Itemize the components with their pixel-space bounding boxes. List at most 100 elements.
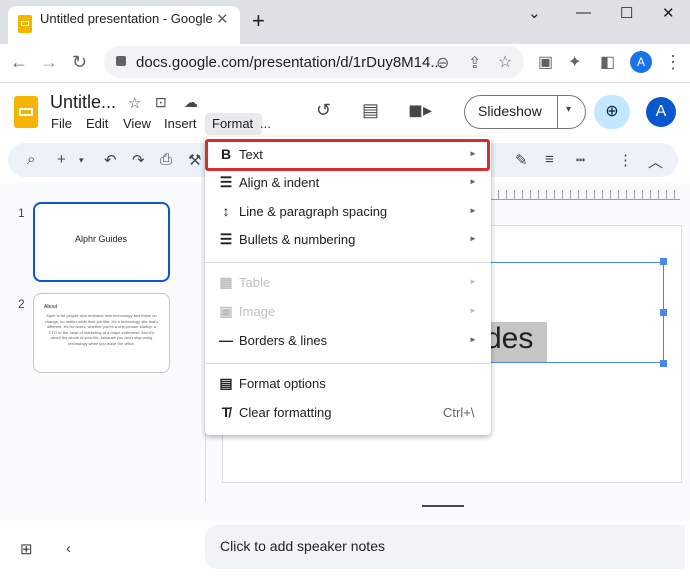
annotation-highlight-box	[205, 139, 490, 171]
more-options-icon[interactable]: ⋮	[664, 52, 682, 73]
menu-item-align-indent[interactable]: ☰ Align & indent ►	[205, 169, 491, 197]
submenu-arrow-icon: ►	[469, 177, 477, 186]
submenu-arrow-icon: ►	[469, 335, 477, 344]
search-menus-icon[interactable]: ⌕	[27, 151, 35, 168]
ruler	[490, 190, 680, 200]
menu-item-label: Align & indent	[239, 175, 320, 190]
collapse-toolbar-icon[interactable]: ︿	[648, 151, 663, 172]
profile-avatar[interactable]: A	[630, 51, 652, 73]
shortcut-text: Ctrl+\	[443, 405, 475, 420]
paint-format-icon[interactable]: ⚒	[188, 151, 201, 169]
slide2-thumb-title: About	[44, 304, 58, 310]
menu-format[interactable]: Format	[212, 116, 253, 131]
cloud-status-icon[interactable]: ☁	[184, 94, 198, 111]
sidepanel-icon[interactable]: ◧	[600, 52, 615, 72]
zoom-icon[interactable]: ⊖	[436, 53, 449, 73]
selection-handle[interactable]	[660, 309, 667, 316]
menu-more[interactable]: ...	[260, 116, 271, 131]
new-tab-button[interactable]: +	[252, 8, 265, 34]
menu-item-label: Clear formatting	[239, 405, 332, 420]
reload-icon[interactable]: ↻	[72, 52, 87, 73]
menu-item-image: ▣ Image ►	[205, 298, 491, 326]
slide1-thumb-text: Alphr Guides	[75, 234, 128, 244]
bookmark-star-icon[interactable]: ☆	[498, 52, 512, 72]
collapse-filmstrip-icon[interactable]: ‹	[66, 540, 71, 557]
format-dropdown-menu: B Text ► ☰ Align & indent ► ↕ Line & par…	[205, 137, 491, 435]
star-icon[interactable]: ☆	[128, 94, 141, 112]
menu-divider	[205, 262, 491, 263]
speaker-notes-placeholder: Click to add speaker notes	[220, 538, 385, 554]
menu-item-label: Bullets & numbering	[239, 232, 356, 247]
tab-search-icon[interactable]: ⌄	[528, 4, 541, 22]
selection-handle[interactable]	[660, 258, 667, 265]
bullets-icon: ☰	[219, 231, 233, 247]
document-title[interactable]: Untitle...	[50, 92, 116, 113]
grid-view-icon[interactable]: ⊞	[20, 540, 33, 558]
table-icon: ▦	[219, 274, 233, 290]
slides-favicon-icon	[18, 15, 32, 33]
back-icon[interactable]: ←	[10, 52, 28, 73]
new-slide-dropdown-icon[interactable]: ▾	[79, 155, 84, 166]
history-icon[interactable]: ↺	[316, 100, 331, 121]
extensions-icon[interactable]: ✦	[568, 52, 581, 72]
account-avatar[interactable]: A	[646, 97, 676, 127]
menu-divider	[205, 363, 491, 364]
submenu-arrow-icon: ►	[469, 277, 477, 286]
menu-item-bullets[interactable]: ☰ Bullets & numbering ►	[205, 226, 491, 254]
border-dash-icon[interactable]: ┅	[576, 151, 585, 169]
maximize-icon[interactable]: ☐	[620, 4, 633, 22]
menu-item-label: Borders & lines	[239, 333, 328, 348]
redo-icon[interactable]: ↷	[132, 151, 145, 169]
slide2-thumb-body: Alphr is for people who embrace new tech…	[44, 313, 159, 346]
clear-format-icon: T̸	[221, 404, 231, 420]
forward-icon[interactable]: →	[40, 52, 58, 73]
slide1-number: 1	[18, 206, 25, 220]
comments-icon[interactable]: ▤	[362, 100, 379, 121]
slideshow-divider	[557, 96, 558, 128]
tab-title: Untitled presentation - Google Sl	[40, 11, 212, 26]
notes-resize-handle[interactable]	[422, 505, 464, 507]
tab-close-icon[interactable]: ✕	[216, 10, 229, 28]
lock-icon[interactable]	[116, 56, 126, 66]
screenshot-icon[interactable]: ▣	[538, 52, 553, 72]
menu-edit[interactable]: Edit	[86, 116, 108, 131]
image-icon: ▣	[219, 303, 233, 319]
meet-icon[interactable]: ◼▸	[408, 100, 432, 121]
format-options-icon: ▤	[219, 375, 233, 391]
menu-item-table: ▦ Table ►	[205, 269, 491, 297]
menu-file[interactable]: File	[51, 116, 72, 131]
menu-view[interactable]: View	[123, 116, 151, 131]
url-text[interactable]: docs.google.com/presentation/d/1rDuy8M14…	[136, 54, 443, 71]
menu-item-label: Line & paragraph spacing	[239, 204, 388, 219]
more-toolbar-icon[interactable]: ⋮	[618, 151, 633, 169]
border-weight-icon[interactable]: ≡	[545, 151, 554, 168]
slide-title-text[interactable]: des	[485, 322, 533, 356]
menu-item-label: Image	[239, 304, 276, 319]
print-icon[interactable]: ⎙	[160, 151, 172, 168]
line-spacing-icon: ↕	[222, 203, 230, 219]
window-close-icon[interactable]: ✕	[662, 4, 675, 22]
slideshow-dropdown-icon[interactable]: ▾	[566, 104, 571, 115]
menu-item-label: Table	[239, 275, 271, 290]
borders-icon: —	[219, 332, 233, 348]
move-folder-icon[interactable]: ⊡	[155, 94, 167, 111]
slideshow-label: Slideshow	[478, 103, 542, 119]
menu-item-format-options[interactable]: ▤ Format options	[205, 370, 491, 398]
submenu-arrow-icon: ►	[469, 206, 477, 215]
submenu-arrow-icon: ►	[469, 306, 477, 315]
menu-insert[interactable]: Insert	[164, 116, 197, 131]
undo-icon[interactable]: ↶	[104, 151, 117, 169]
menu-item-clear-formatting[interactable]: T̸ Clear formatting Ctrl+\	[205, 399, 491, 427]
submenu-arrow-icon: ►	[469, 234, 477, 243]
new-slide-icon[interactable]: +	[57, 151, 66, 168]
share-icon[interactable]: ⇪	[468, 53, 481, 73]
minimize-icon[interactable]: —	[576, 4, 591, 21]
menu-item-borders[interactable]: — Borders & lines ►	[205, 327, 491, 355]
menu-item-line-spacing[interactable]: ↕ Line & paragraph spacing ►	[205, 198, 491, 226]
menu-item-label: Format options	[239, 376, 326, 391]
align-icon: ☰	[219, 174, 233, 190]
selection-handle[interactable]	[660, 360, 667, 367]
slides-logo-icon[interactable]	[14, 96, 38, 128]
share-button[interactable]: ⊕	[594, 95, 630, 129]
border-color-icon[interactable]: ✎	[515, 151, 528, 169]
